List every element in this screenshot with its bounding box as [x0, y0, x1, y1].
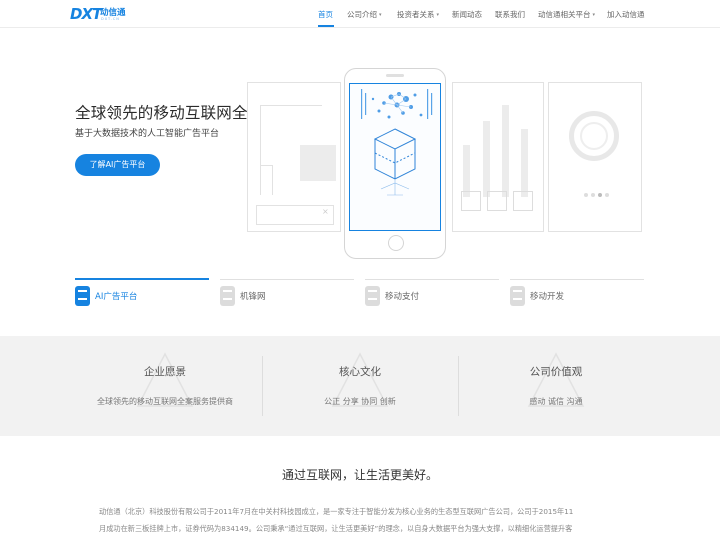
tab-label: AI广告平台: [95, 292, 138, 302]
chevron-down-icon: ▾: [436, 12, 440, 18]
tab-gfan[interactable]: 机锋网: [220, 279, 354, 319]
logo-domain: DXT.CN: [101, 17, 120, 21]
about-title: 通过互联网，让生活更美好。: [281, 468, 438, 482]
value-vision: 企业愿景 全球领先的移动互联网全案服务提供商: [68, 336, 262, 436]
nav-join[interactable]: 加入动信通: [607, 9, 645, 20]
nav-home[interactable]: 首页: [318, 9, 333, 20]
gfan-icon: [220, 286, 235, 306]
value-text: 公正 分享 协同 创新: [324, 397, 396, 406]
phone-mockup: [344, 68, 446, 259]
tab-label: 移动支付: [385, 292, 420, 302]
illustration-panel-left: ×: [247, 82, 341, 232]
tab-mobile-payment[interactable]: 移动支付: [365, 279, 499, 319]
tab-mobile-dev[interactable]: 移动开发: [510, 279, 644, 319]
nav-investors[interactable]: 投资者关系 ▾: [397, 9, 439, 20]
logo-mark: DXT: [70, 5, 102, 23]
value-culture: 核心文化 公正 分享 协同 创新: [262, 336, 458, 436]
value-text: 全球领先的移动互联网全案服务提供商: [97, 397, 233, 406]
about-line: 动信通（北京）科技股份有限公司于2011年7月在中关村科技园成立，是一家专注于智…: [99, 507, 574, 516]
illustration-panel-bars: [452, 82, 544, 232]
dev-icon: [510, 286, 525, 306]
value-title: 公司价值观: [529, 366, 583, 378]
illustration-panel-gauge: [548, 82, 642, 232]
chevron-down-icon: ▾: [592, 12, 596, 18]
nav-active-indicator: [318, 25, 334, 27]
tab-label: 机锋网: [240, 292, 266, 302]
value-text: 感动 诚信 沟通: [529, 397, 583, 406]
value-title: 企业愿景: [144, 366, 186, 378]
nav-news[interactable]: 新闻动态: [452, 9, 482, 20]
value-values: 公司价值观 感动 诚信 沟通: [458, 336, 654, 436]
site-header: DXT 动信通 DXT.CN 首页 公司介绍 ▾ 投资者关系 ▾ 新闻动态 联系我们…: [0, 0, 720, 28]
payment-icon: [365, 286, 380, 306]
nav-contact[interactable]: 联系我们: [495, 9, 525, 20]
tab-ai-ad-platform[interactable]: AI广告平台: [75, 278, 209, 318]
values-band: 企业愿景 全球领先的移动互联网全案服务提供商 核心文化 公正 分享 协同 创新 …: [0, 336, 720, 436]
learn-ai-platform-button[interactable]: 了解AI广告平台: [75, 154, 160, 176]
cube-network-graphic: [361, 89, 433, 196]
nav-platforms[interactable]: 动信通相关平台 ▾: [538, 9, 595, 20]
value-title: 核心文化: [339, 366, 381, 378]
nav-about[interactable]: 公司介绍 ▾: [347, 9, 382, 20]
ad-platform-icon: [75, 286, 90, 306]
chevron-down-icon: ▾: [379, 12, 382, 18]
hero-subtitle: 基于大数据技术的人工智能广告平台: [75, 129, 220, 139]
about-paragraph: 动信通（北京）科技股份有限公司于2011年7月在中关村科技园成立，是一家专注于智…: [99, 503, 624, 537]
tab-label: 移动开发: [530, 292, 565, 302]
about-line: 月成功在新三板挂牌上市，证券代码为834149。公司秉承“通过互联网，让生活更美…: [99, 524, 573, 533]
